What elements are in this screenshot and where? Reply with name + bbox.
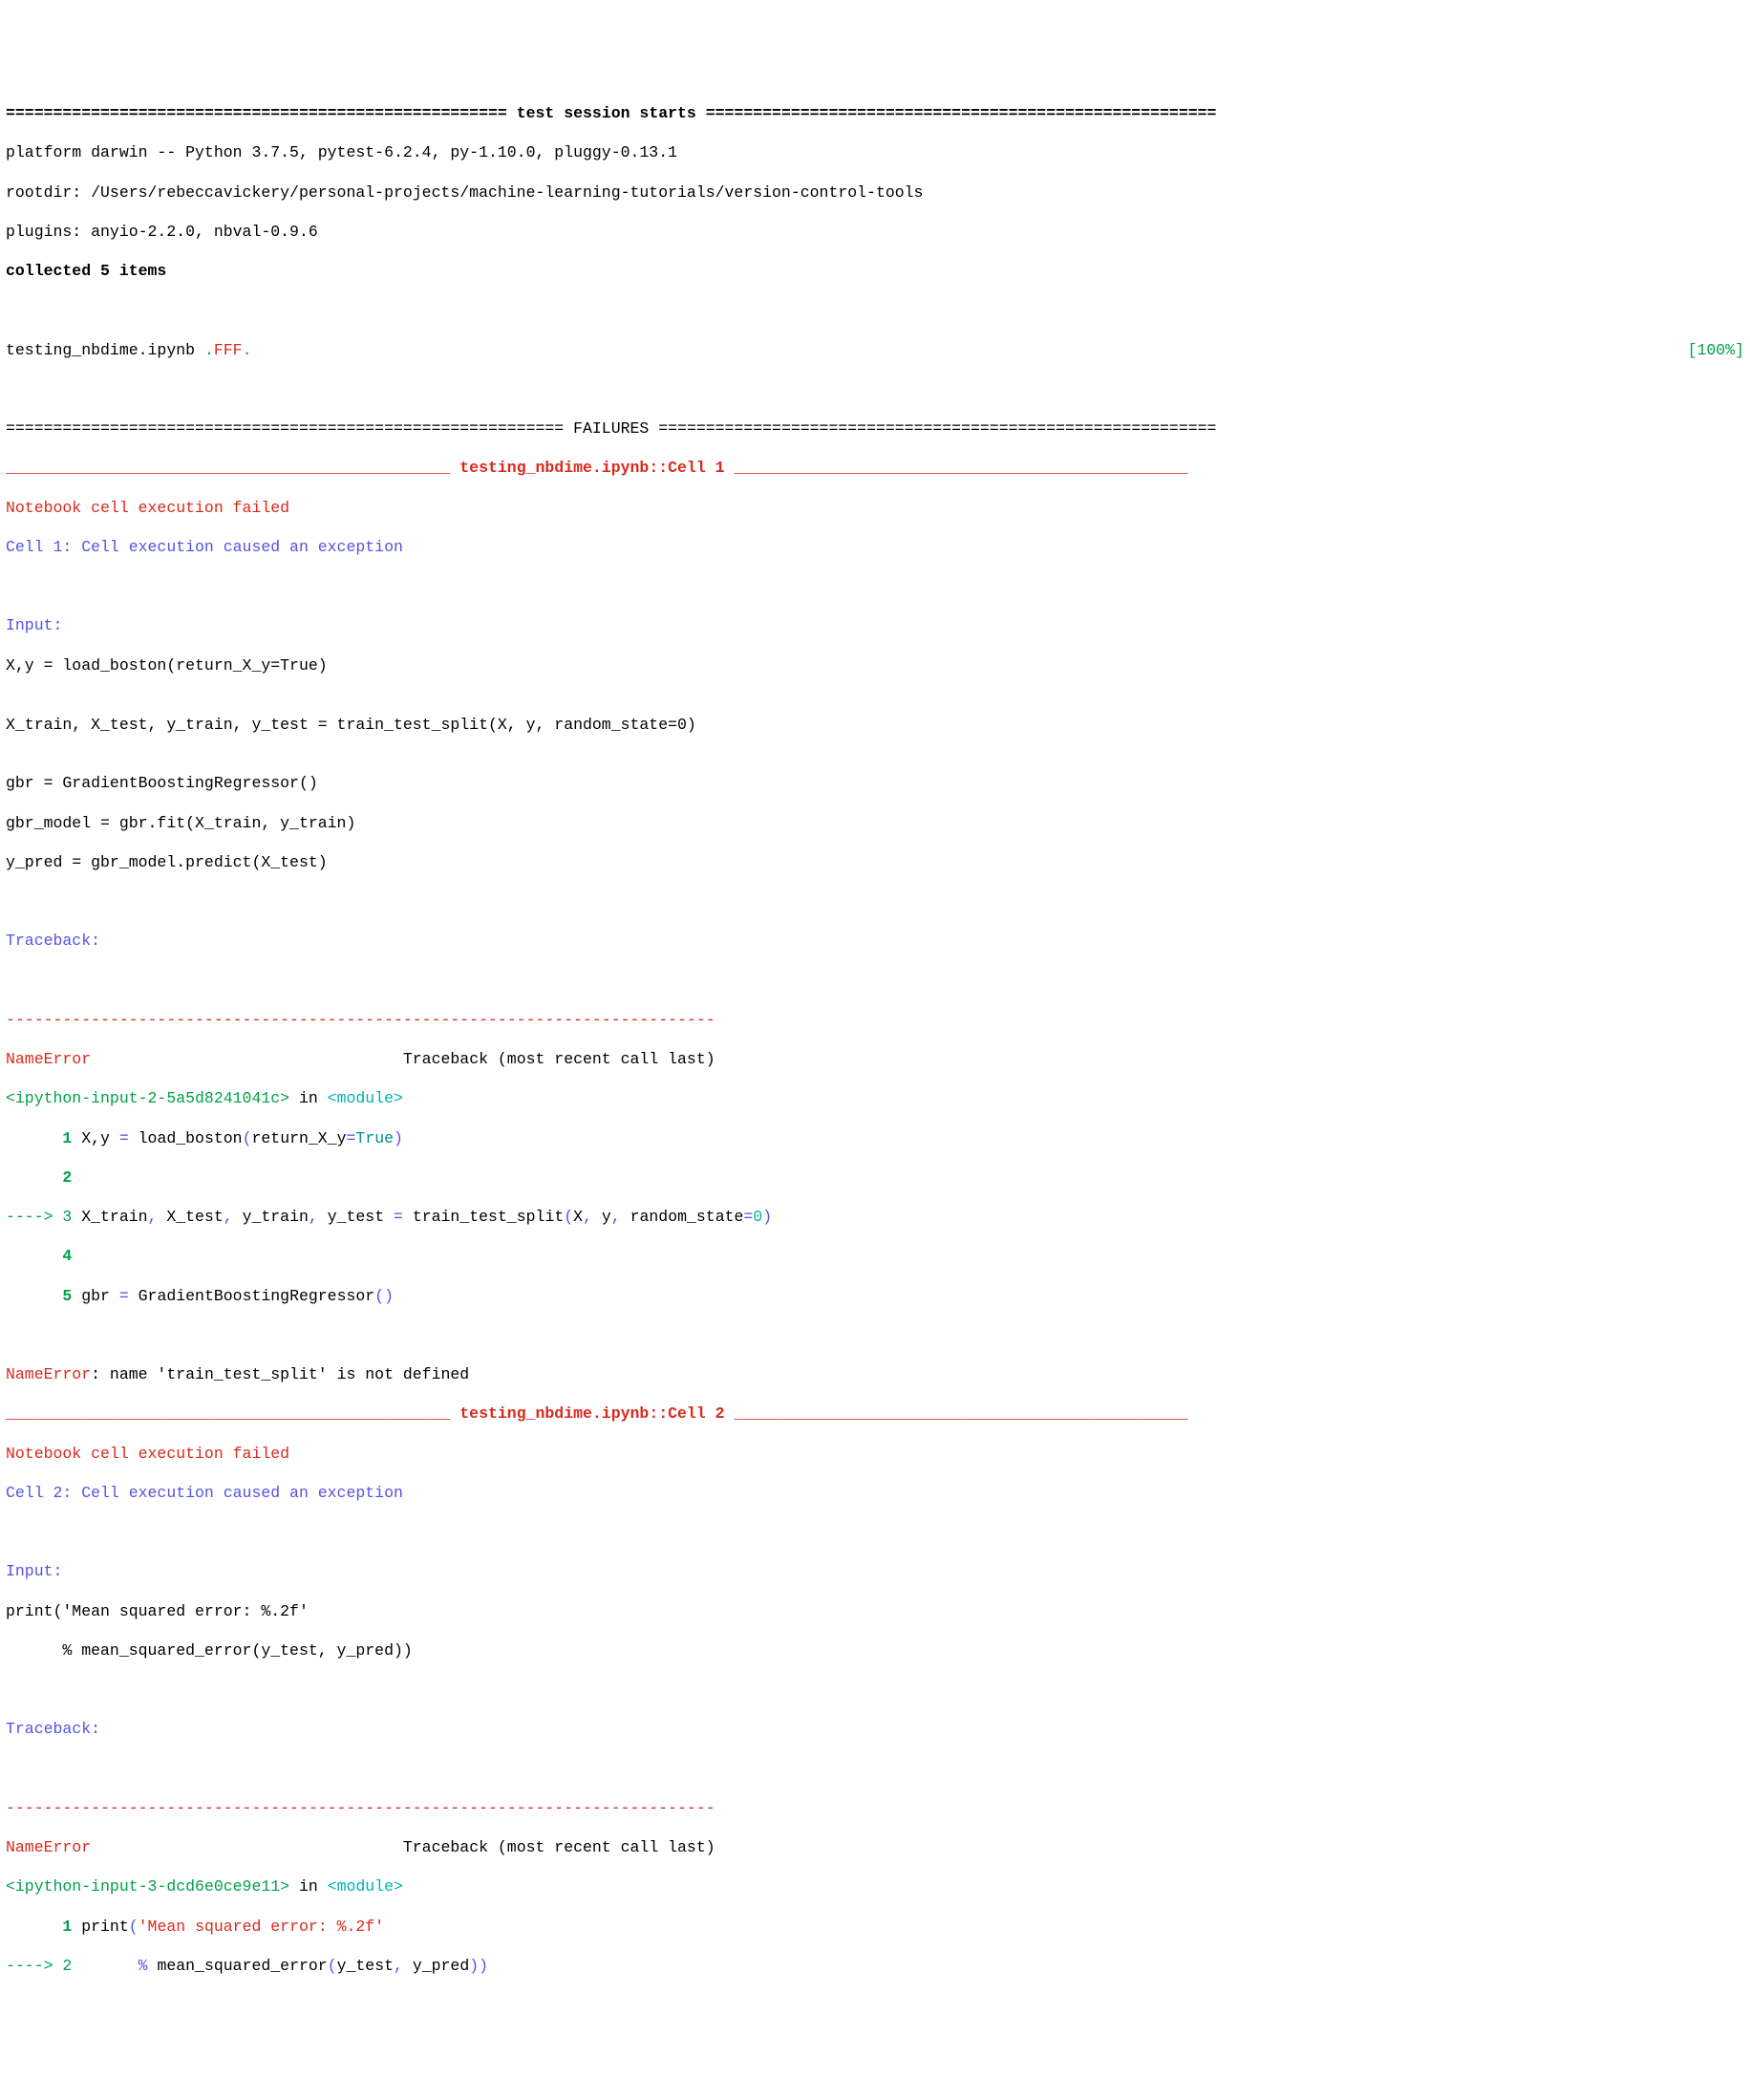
cell1-error: NameError: name 'train_test_split' is no… xyxy=(6,1365,1744,1385)
cell1-tb-header: NameError Traceback (most recent call la… xyxy=(6,1050,1744,1070)
cell1-code-l4: 4 xyxy=(6,1247,1744,1267)
cell1-tb-divider: ----------------------------------------… xyxy=(6,1011,1744,1031)
cell1-ipython-ref: <ipython-input-2-5a5d8241041c> in <modul… xyxy=(6,1089,1744,1109)
cell1-code-l5: 5 gbr = GradientBoostingRegressor() xyxy=(6,1287,1744,1307)
session-start-header: ========================================… xyxy=(6,104,1744,124)
cell2-traceback-label: Traceback: xyxy=(6,1720,1744,1740)
platform-line: platform darwin -- Python 3.7.5, pytest-… xyxy=(6,143,1744,163)
plugins-line: plugins: anyio-2.2.0, nbval-0.9.6 xyxy=(6,223,1744,243)
cell1-input-label: Input: xyxy=(6,616,1744,636)
cell2-separator: ________________________________________… xyxy=(6,1404,1744,1425)
rootdir-line: rootdir: /Users/rebeccavickery/personal-… xyxy=(6,183,1744,204)
cell1-input-4: gbr = GradientBoostingRegressor() xyxy=(6,774,1744,794)
cell1-input-2: X_train, X_test, y_train, y_test = train… xyxy=(6,716,1744,736)
percent: [100%] xyxy=(1688,341,1744,361)
cell2-input-0: print('Mean squared error: %.2f' xyxy=(6,1602,1744,1622)
failures-header: ========================================… xyxy=(6,419,1744,439)
cell1-input-5: gbr_model = gbr.fit(X_train, y_train) xyxy=(6,814,1744,834)
pytest-output: ========================================… xyxy=(6,85,1744,1997)
cell2-tb-header: NameError Traceback (most recent call la… xyxy=(6,1838,1744,1858)
cell1-code-l1: 1 X,y = load_boston(return_X_y=True) xyxy=(6,1129,1744,1149)
cell1-input-6: y_pred = gbr_model.predict(X_test) xyxy=(6,853,1744,873)
cell1-traceback-label: Traceback: xyxy=(6,932,1744,952)
cell2-exec-failed: Notebook cell execution failed xyxy=(6,1445,1744,1465)
cell2-input-1: % mean_squared_error(y_test, y_pred)) xyxy=(6,1641,1744,1661)
cell2-msg: Cell 2: Cell execution caused an excepti… xyxy=(6,1484,1744,1504)
cell1-exec-failed: Notebook cell execution failed xyxy=(6,499,1744,519)
progress-line: testing_nbdime.ipynb .FFF.[100%] xyxy=(6,341,1744,361)
cell2-code-l1: 1 print('Mean squared error: %.2f' xyxy=(6,1918,1744,1938)
cell1-code-l2: 2 xyxy=(6,1168,1744,1189)
cell1-input-0: X,y = load_boston(return_X_y=True) xyxy=(6,656,1744,676)
cell1-code-l3: ----> 3 X_train, X_test, y_train, y_test… xyxy=(6,1208,1744,1228)
cell2-input-label: Input: xyxy=(6,1562,1744,1582)
cell2-code-l2: ----> 2 % mean_squared_error(y_test, y_p… xyxy=(6,1957,1744,1977)
cell1-msg: Cell 1: Cell execution caused an excepti… xyxy=(6,538,1744,558)
cell2-ipython-ref: <ipython-input-3-dcd6e0ce9e11> in <modul… xyxy=(6,1877,1744,1897)
collected-line: collected 5 items xyxy=(6,262,1744,282)
cell2-tb-divider: ----------------------------------------… xyxy=(6,1799,1744,1819)
cell1-separator: ________________________________________… xyxy=(6,459,1744,479)
